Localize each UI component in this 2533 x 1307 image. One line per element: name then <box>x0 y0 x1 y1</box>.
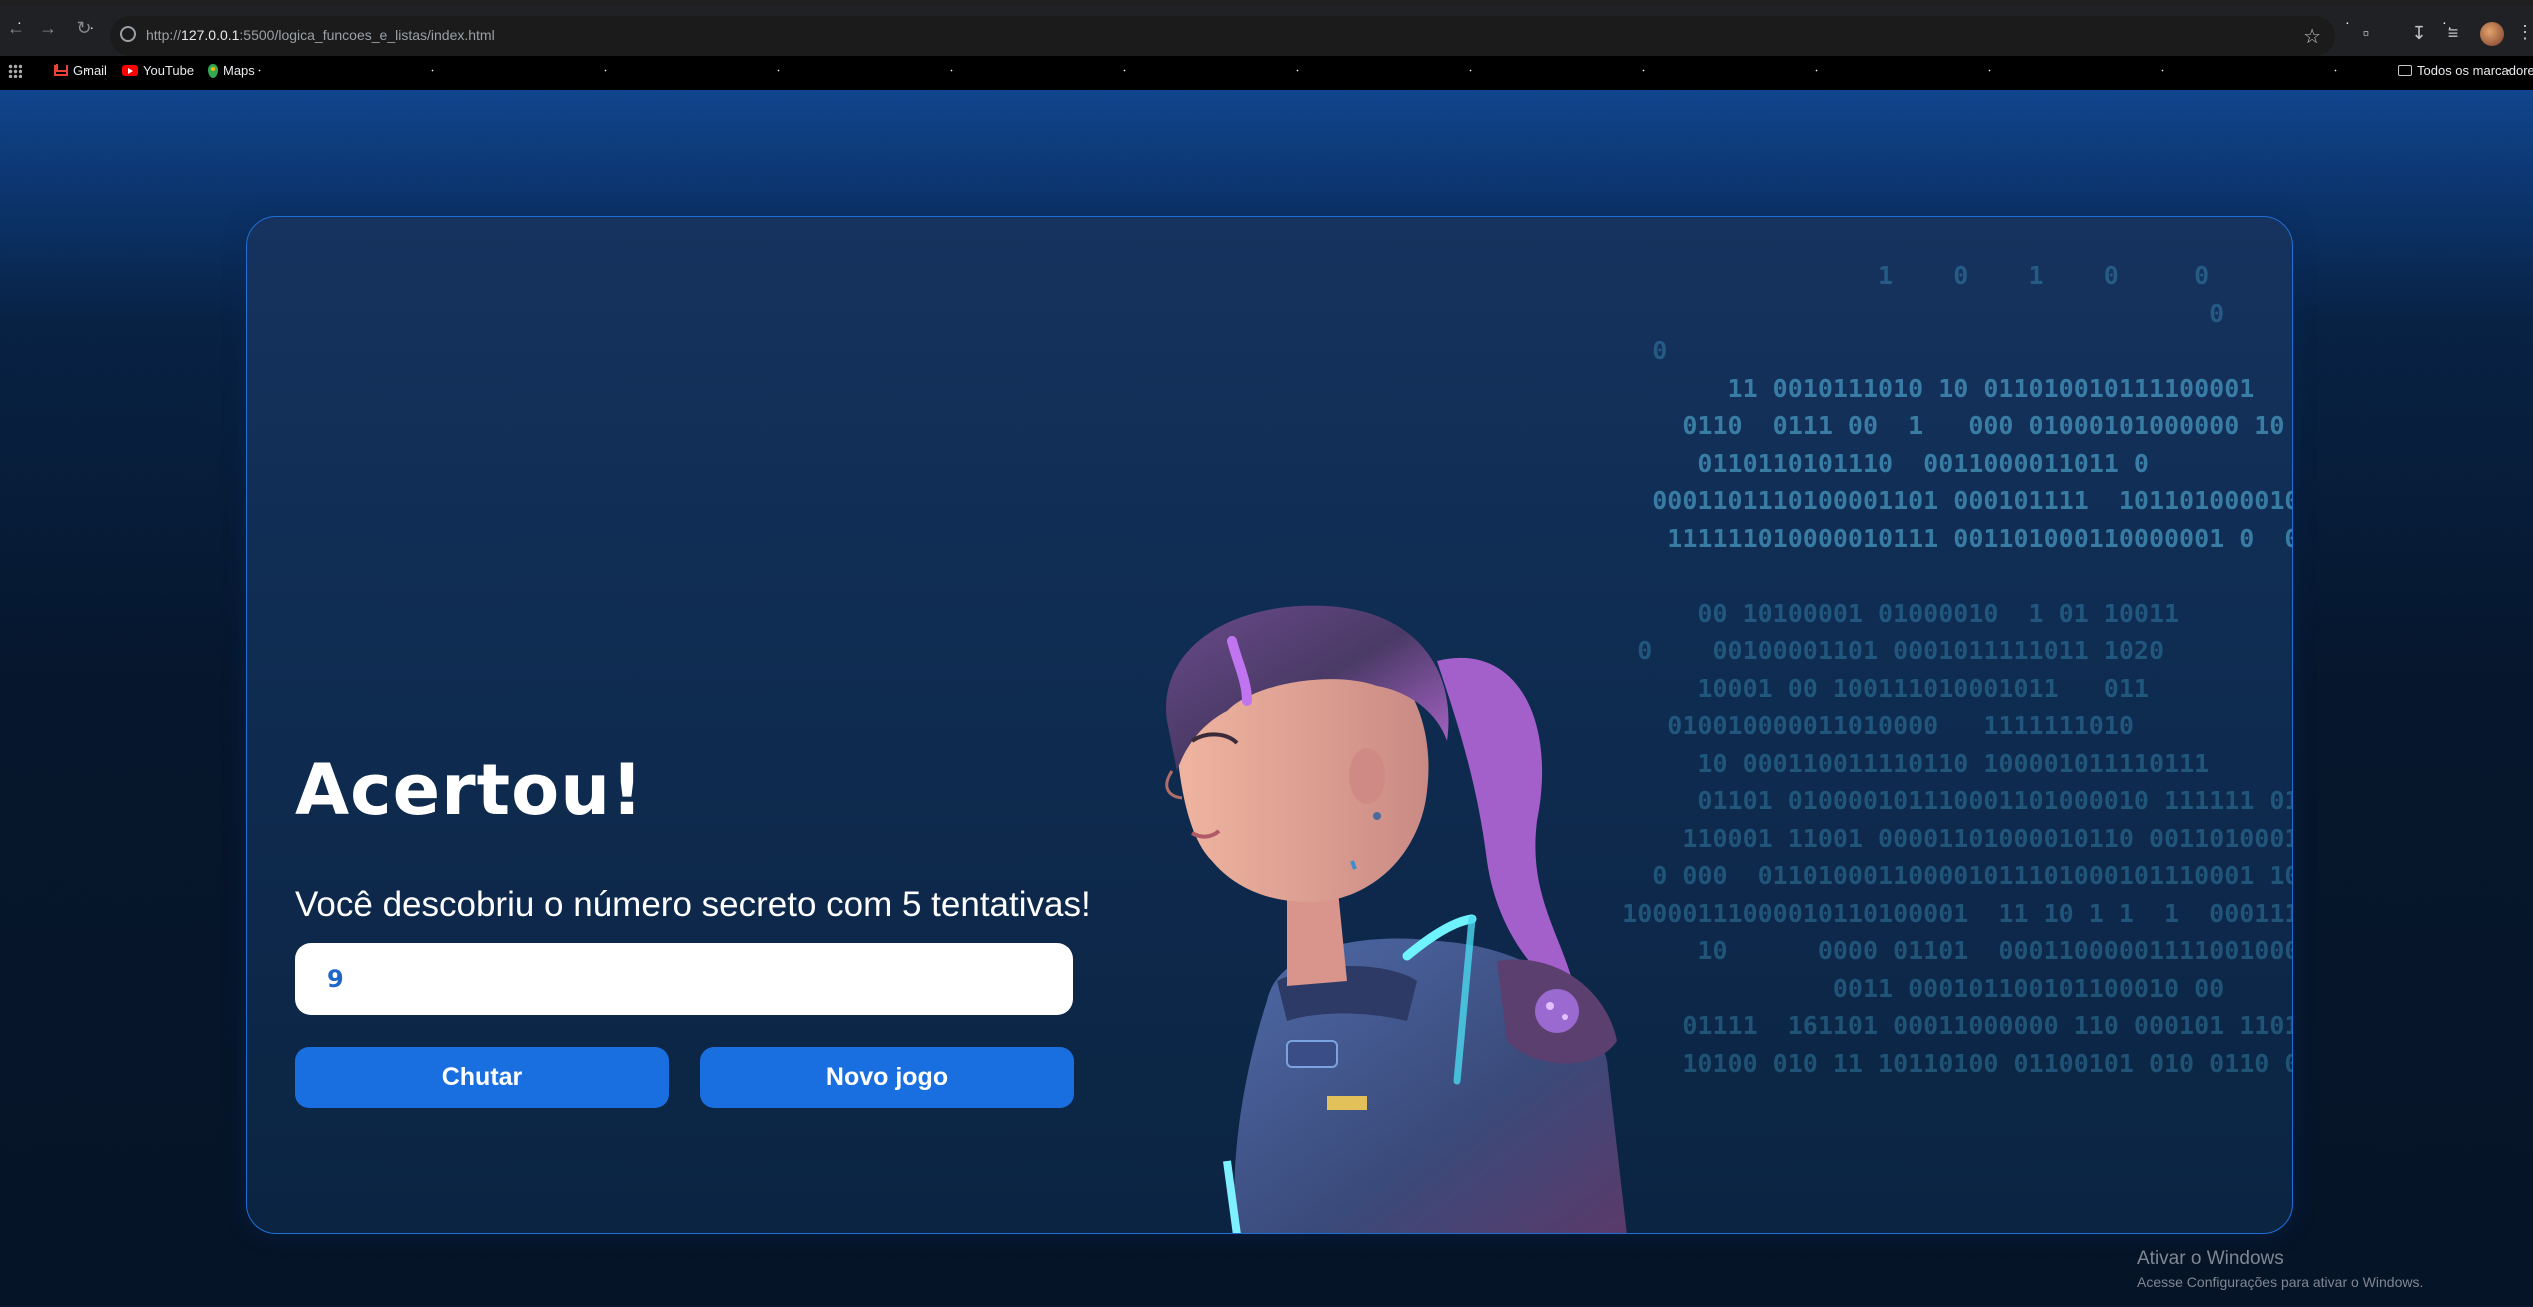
bookmark-maps[interactable]: Maps <box>208 63 255 78</box>
binary-line: 0 000 011010001100001011101000101110001 … <box>1577 861 2293 890</box>
astronaut-girl-illustration <box>1165 605 1627 1233</box>
binary-line: 0 <box>1577 298 2225 328</box>
guess-button[interactable]: Chutar <box>295 1047 669 1108</box>
watermark-subtitle: Acesse Configurações para ativar o Windo… <box>2137 1274 2424 1290</box>
binary-line: 001011 <box>1577 557 2292 595</box>
bookmark-star-icon[interactable]: ☆ <box>2303 24 2321 49</box>
bookmark-label: Gmail <box>73 63 107 78</box>
watermark-title: Ativar o Windows <box>2137 1248 2284 1269</box>
gmail-icon <box>54 65 68 76</box>
address-url: http://127.0.0.1:5500/logica_funcoes_e_l… <box>146 27 495 43</box>
bookmark-label: YouTube <box>143 63 195 78</box>
maps-icon <box>208 63 218 78</box>
download-icon[interactable]: ↧ <box>2408 22 2430 44</box>
result-message: Você descobriu o número secreto com 5 te… <box>295 885 1091 924</box>
game-card: 1 0 1 0 0 0 0 11 0010111010 10 011010010… <box>246 216 2293 1234</box>
windows-activation-watermark: Ativar o Windows Acesse Configurações pa… <box>2137 1248 2423 1290</box>
media-controls-icon[interactable]: ≡ <box>2442 22 2464 44</box>
binary-line: 0011 000101100101100010 00 <box>1577 973 2225 1003</box>
folder-icon <box>2398 65 2412 76</box>
reload-icon[interactable]: ↻ <box>72 16 96 40</box>
binary-line: 0001101110100001101 000101111 1011010000… <box>1577 486 2293 515</box>
binary-line: 0 <box>1577 336 1668 365</box>
apps-grid-icon[interactable] <box>8 64 22 78</box>
binary-line: 01101 010000101110001101000010 111111 01… <box>1577 786 2293 815</box>
binary-line: 111111010000010111 001101000110000001 0 … <box>1577 523 2293 553</box>
binary-line: 10001 00 100111010001011 011 <box>1577 673 2149 703</box>
guess-input[interactable] <box>295 943 1073 1015</box>
extensions-icon[interactable]: ▫ <box>2355 22 2377 44</box>
binary-line: 1 0 1 0 0 <box>1577 261 2210 290</box>
menu-dots-icon[interactable]: ⋮ <box>2516 22 2533 43</box>
bookmarks-bar: Gmail YouTube Maps Todos os marcadores <box>0 56 2533 90</box>
binary-line: 00 10100001 01000010 1 01 10011 <box>1577 598 2180 628</box>
address-bar[interactable]: http://127.0.0.1:5500/logica_funcoes_e_l… <box>110 16 2335 56</box>
new-game-button[interactable]: Novo jogo <box>700 1047 1074 1108</box>
binary-line: 10100 010 11 10110100 01100101 010 0110 … <box>1577 1048 2293 1078</box>
forward-arrow-icon[interactable]: → <box>36 16 60 40</box>
site-info-icon[interactable] <box>120 26 136 42</box>
binary-line: 010010000011010000 1111111010 <box>1577 711 2134 740</box>
profile-avatar[interactable] <box>2480 22 2504 46</box>
youtube-icon <box>122 65 138 76</box>
back-arrow-icon[interactable]: ← <box>4 16 28 40</box>
binary-line: 10 0000 01101 0001100000111100100011 0 <box>1577 936 2293 965</box>
all-bookmarks[interactable]: Todos os marcadores <box>2398 63 2533 78</box>
bookmark-label: Maps <box>223 63 255 78</box>
binary-line: 10 000110011110110 100001011110111 <box>1577 748 2210 778</box>
all-bookmarks-label: Todos os marcadores <box>2417 63 2533 78</box>
binary-line: 0110 0111 00 1 000 01000101000000 10 <box>1577 411 2285 440</box>
bookmark-youtube[interactable]: YouTube <box>122 63 194 78</box>
bookmark-gmail[interactable]: Gmail <box>54 63 107 78</box>
result-title: Acertou! <box>295 749 644 831</box>
binary-line: 01111 161101 00011000000 110 000101 1101… <box>1577 1011 2293 1040</box>
binary-line: 0110110101110 0011000011011 0 <box>1577 448 2149 478</box>
browser-toolbar: ← → ↻ http://127.0.0.1:5500/logica_funco… <box>0 6 2533 56</box>
binary-line: 11 0010111010 10 011010010111100001 <box>1577 373 2255 403</box>
binary-line: 0 00100001101 0001011111011 1020 <box>1577 636 2164 665</box>
binary-background: 1 0 1 0 0 0 0 11 0010111010 10 011010010… <box>1577 257 2293 1217</box>
binary-line: 10000111000010110100001 11 10 1 1 1 0001… <box>1577 898 2293 928</box>
binary-line: 110001 11001 00001101000010110 001101000… <box>1577 823 2293 853</box>
